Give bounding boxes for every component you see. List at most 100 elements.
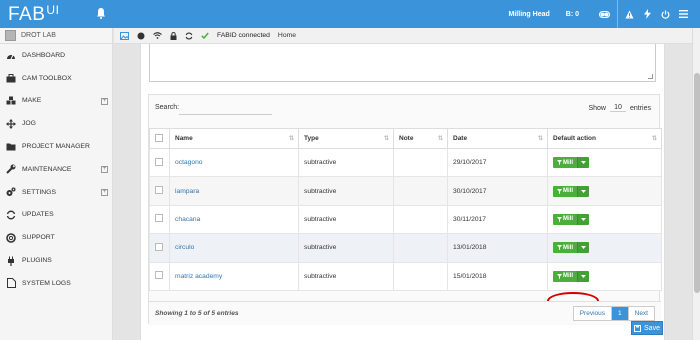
caret-down-icon: [581, 246, 586, 250]
warning-icon[interactable]: [622, 0, 636, 28]
mill-dropdown-toggle[interactable]: [577, 270, 589, 282]
project-name-link[interactable]: octagono: [175, 159, 203, 166]
project-name-link[interactable]: matriz academy: [175, 273, 222, 280]
row-checkbox[interactable]: [155, 157, 163, 166]
sidebar-item-updates[interactable]: UPDATES: [0, 204, 112, 227]
power-icon[interactable]: [658, 0, 672, 28]
mill-action-button[interactable]: Mill: [553, 270, 589, 282]
sidebar-item-system-logs[interactable]: SYSTEM LOGS: [0, 272, 112, 295]
bolt-icon[interactable]: [640, 0, 654, 28]
table-row[interactable]: circulo subtractive 13/01/2018 Mill: [149, 233, 662, 263]
project-date: 15/01/2018: [453, 272, 487, 280]
projects-table: Name ⇅ Type ⇅ Note ⇅ Date ⇅ Default action ⇅ …: [149, 128, 662, 291]
notification-icon[interactable]: [96, 7, 106, 19]
folder-icon: [6, 142, 16, 152]
connection-status: FABID connected: [217, 32, 270, 39]
table-row[interactable]: octagono subtractive 29/10/2017 Mill: [149, 147, 662, 178]
project-name-link[interactable]: chacana: [175, 216, 200, 223]
mill-action-button[interactable]: Mill: [553, 242, 589, 254]
mill-action-button[interactable]: Mill: [553, 185, 589, 197]
sidebar-item-maintenance[interactable]: MAINTENANCE +: [0, 158, 112, 181]
table-row[interactable]: lampara subtractive 30/10/2017 Mill: [149, 176, 662, 206]
scrollbar-thumb[interactable]: [694, 73, 700, 293]
page-scrollbar[interactable]: [692, 28, 700, 340]
column-header-note[interactable]: Note ⇅: [393, 128, 448, 149]
column-header-name[interactable]: Name ⇅: [169, 128, 299, 149]
image-icon[interactable]: [120, 31, 129, 40]
lock-icon[interactable]: [170, 31, 177, 40]
save-button[interactable]: Save: [631, 321, 663, 335]
sidebar-item-project-manager[interactable]: PROJECT MANAGER: [0, 135, 112, 158]
sidebar-item-label: CAM TOOLBOX: [22, 74, 72, 82]
project-date: 30/10/2017: [453, 187, 487, 195]
mill-action-button[interactable]: Mill: [553, 213, 589, 225]
project-type: subtractive: [304, 272, 337, 280]
mill-dropdown-toggle[interactable]: [577, 213, 589, 225]
sidebar-item-label: SYSTEM LOGS: [22, 279, 71, 287]
select-all-checkbox[interactable]: [155, 133, 163, 142]
sidebar-item-cam-toolbox[interactable]: CAM TOOLBOX: [0, 67, 112, 90]
mill-dropdown-toggle[interactable]: [577, 185, 589, 197]
filter-icon: [557, 216, 562, 222]
sidebar-item-settings[interactable]: SETTINGS +: [0, 181, 112, 204]
project-name-link[interactable]: circulo: [175, 244, 194, 251]
divider: [617, 0, 618, 28]
pagination: Previous 1 Next: [572, 306, 655, 321]
sidebar: DROT LAB DASHBOARD CAM TOOLBOX MAKE + JOG PRO…: [0, 28, 113, 340]
row-checkbox[interactable]: [155, 214, 163, 223]
sidebar-item-label: MAKE: [22, 97, 42, 105]
expand-icon[interactable]: +: [101, 188, 108, 196]
breadcrumb-home[interactable]: Home: [278, 32, 296, 39]
search-label: Search:: [155, 104, 180, 111]
sidebar-item-make[interactable]: MAKE +: [0, 90, 112, 113]
project-date: 29/10/2017: [453, 159, 487, 167]
user-profile[interactable]: DROT LAB: [0, 28, 112, 44]
dashboard-icon: [6, 50, 16, 60]
menu-icon[interactable]: [676, 0, 690, 28]
column-header-date[interactable]: Date ⇅: [447, 128, 548, 149]
wifi-icon[interactable]: [153, 32, 162, 39]
column-header-default-action[interactable]: Default action ⇅: [547, 128, 662, 149]
top-bar: FABUI Milling Head B: 0: [0, 0, 700, 28]
sidebar-item-plugins[interactable]: PLUGINS: [0, 249, 112, 272]
toggle-icon[interactable]: [597, 0, 611, 28]
sidebar-item-label: UPDATES: [22, 211, 54, 219]
search-input[interactable]: [179, 101, 272, 115]
table-row[interactable]: chacana subtractive 30/11/2017 Mill: [149, 204, 662, 235]
caret-down-icon: [581, 161, 586, 165]
sidebar-item-label: SETTINGS: [22, 188, 56, 196]
notes-textarea[interactable]: [149, 44, 656, 82]
previous-page-button[interactable]: Previous: [573, 307, 611, 320]
globe-icon[interactable]: [137, 32, 145, 40]
page-length-select[interactable]: 10: [609, 104, 626, 112]
table-footer: Showing 1 to 5 of 5 entries Previous 1 N…: [149, 301, 661, 325]
sidebar-item-label: SUPPORT: [22, 234, 55, 242]
next-page-button[interactable]: Next: [628, 307, 654, 320]
b-axis-label: B: 0: [565, 10, 579, 18]
sidebar-item-support[interactable]: SUPPORT: [0, 226, 112, 249]
table-row[interactable]: matriz academy subtractive 15/01/2018 Mill: [149, 261, 662, 291]
filter-icon: [557, 245, 562, 251]
mill-dropdown-toggle[interactable]: [577, 242, 589, 254]
row-checkbox[interactable]: [155, 186, 163, 195]
filter-icon: [557, 188, 562, 194]
sidebar-item-jog[interactable]: JOG: [0, 112, 112, 135]
resize-grip[interactable]: [648, 74, 653, 79]
expand-icon[interactable]: +: [101, 97, 108, 105]
select-all-header[interactable]: [149, 128, 170, 149]
sync-icon[interactable]: [185, 32, 193, 40]
project-name-link[interactable]: lampara: [175, 188, 199, 195]
row-checkbox[interactable]: [155, 271, 163, 280]
row-checkbox[interactable]: [155, 242, 163, 251]
project-type: subtractive: [304, 187, 337, 195]
column-header-type[interactable]: Type ⇅: [298, 128, 394, 149]
app-logo[interactable]: FABUI: [8, 3, 59, 26]
page-1-button[interactable]: 1: [611, 307, 629, 320]
sidebar-item-dashboard[interactable]: DASHBOARD: [0, 44, 112, 67]
cubes-icon: [6, 96, 16, 106]
expand-icon[interactable]: +: [101, 165, 108, 173]
projects-table-container: Search: Show 10 entries Name ⇅ Type ⇅ Note…: [148, 94, 662, 325]
plug-icon: [6, 256, 16, 266]
mill-action-button[interactable]: Mill: [553, 157, 589, 169]
mill-dropdown-toggle[interactable]: [577, 157, 589, 169]
